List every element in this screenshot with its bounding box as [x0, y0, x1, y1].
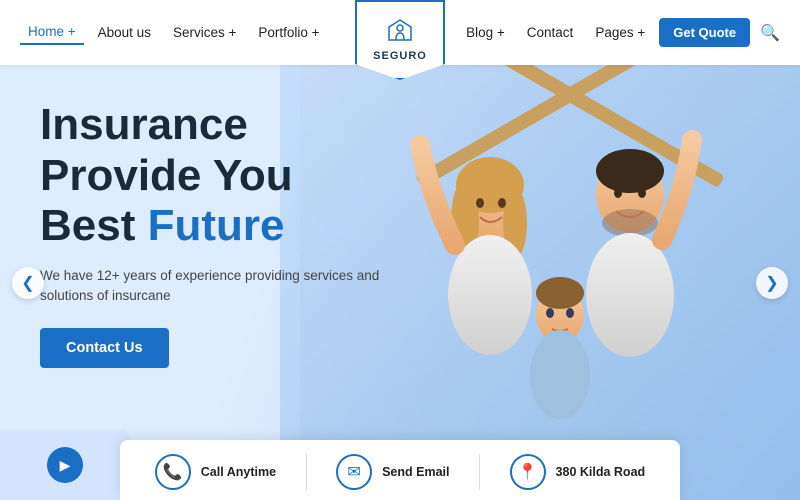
phone-icon: 📞: [155, 454, 191, 490]
email-icon: ✉: [336, 454, 372, 490]
info-divider-2: [479, 454, 480, 490]
navbar: Home + About us Services + Portfolio + S…: [0, 0, 800, 65]
nav-item-about[interactable]: About us: [90, 21, 159, 44]
logo[interactable]: SEGURO: [355, 0, 445, 80]
location-icon: 📍: [510, 454, 546, 490]
next-arrow[interactable]: ❯: [756, 267, 788, 299]
play-button[interactable]: ▶: [47, 447, 83, 483]
get-quote-button[interactable]: Get Quote: [659, 18, 750, 47]
video-preview: ▶: [0, 430, 130, 500]
prev-arrow[interactable]: ❮: [12, 267, 44, 299]
email-label: Send Email: [382, 465, 449, 479]
info-divider-1: [306, 454, 307, 490]
nav-item-services[interactable]: Services +: [165, 21, 244, 44]
hero-subtitle: We have 12+ years of experience providin…: [40, 266, 380, 307]
hero-title: Insurance Provide You Best Future: [40, 100, 380, 252]
info-item-address: 📍 380 Kilda Road: [510, 454, 646, 490]
call-label: Call Anytime: [201, 465, 276, 479]
logo-icon: [387, 18, 413, 48]
info-item-email: ✉ Send Email: [336, 454, 449, 490]
nav-item-contact[interactable]: Contact: [519, 21, 582, 44]
address-label: 380 Kilda Road: [556, 465, 646, 479]
nav-item-blog[interactable]: Blog +: [458, 21, 513, 44]
info-item-call: 📞 Call Anytime: [155, 454, 276, 490]
search-icon[interactable]: 🔍: [760, 23, 780, 43]
contact-us-button[interactable]: Contact Us: [40, 328, 169, 368]
logo-text: SEGURO: [373, 50, 427, 62]
hero-content: Insurance Provide You Best Future We hav…: [40, 100, 380, 368]
nav-item-portfolio[interactable]: Portfolio +: [250, 21, 327, 44]
nav-item-home[interactable]: Home +: [20, 20, 84, 45]
nav-right: Blog + Contact Pages + Get Quote 🔍: [458, 18, 780, 47]
nav-left: Home + About us Services + Portfolio +: [20, 20, 328, 45]
nav-item-pages[interactable]: Pages +: [587, 21, 653, 44]
info-bar: 📞 Call Anytime ✉ Send Email 📍 380 Kilda …: [120, 440, 680, 500]
hero-section: ❮ ❯ Insurance Provide You Best Future We…: [0, 65, 800, 500]
